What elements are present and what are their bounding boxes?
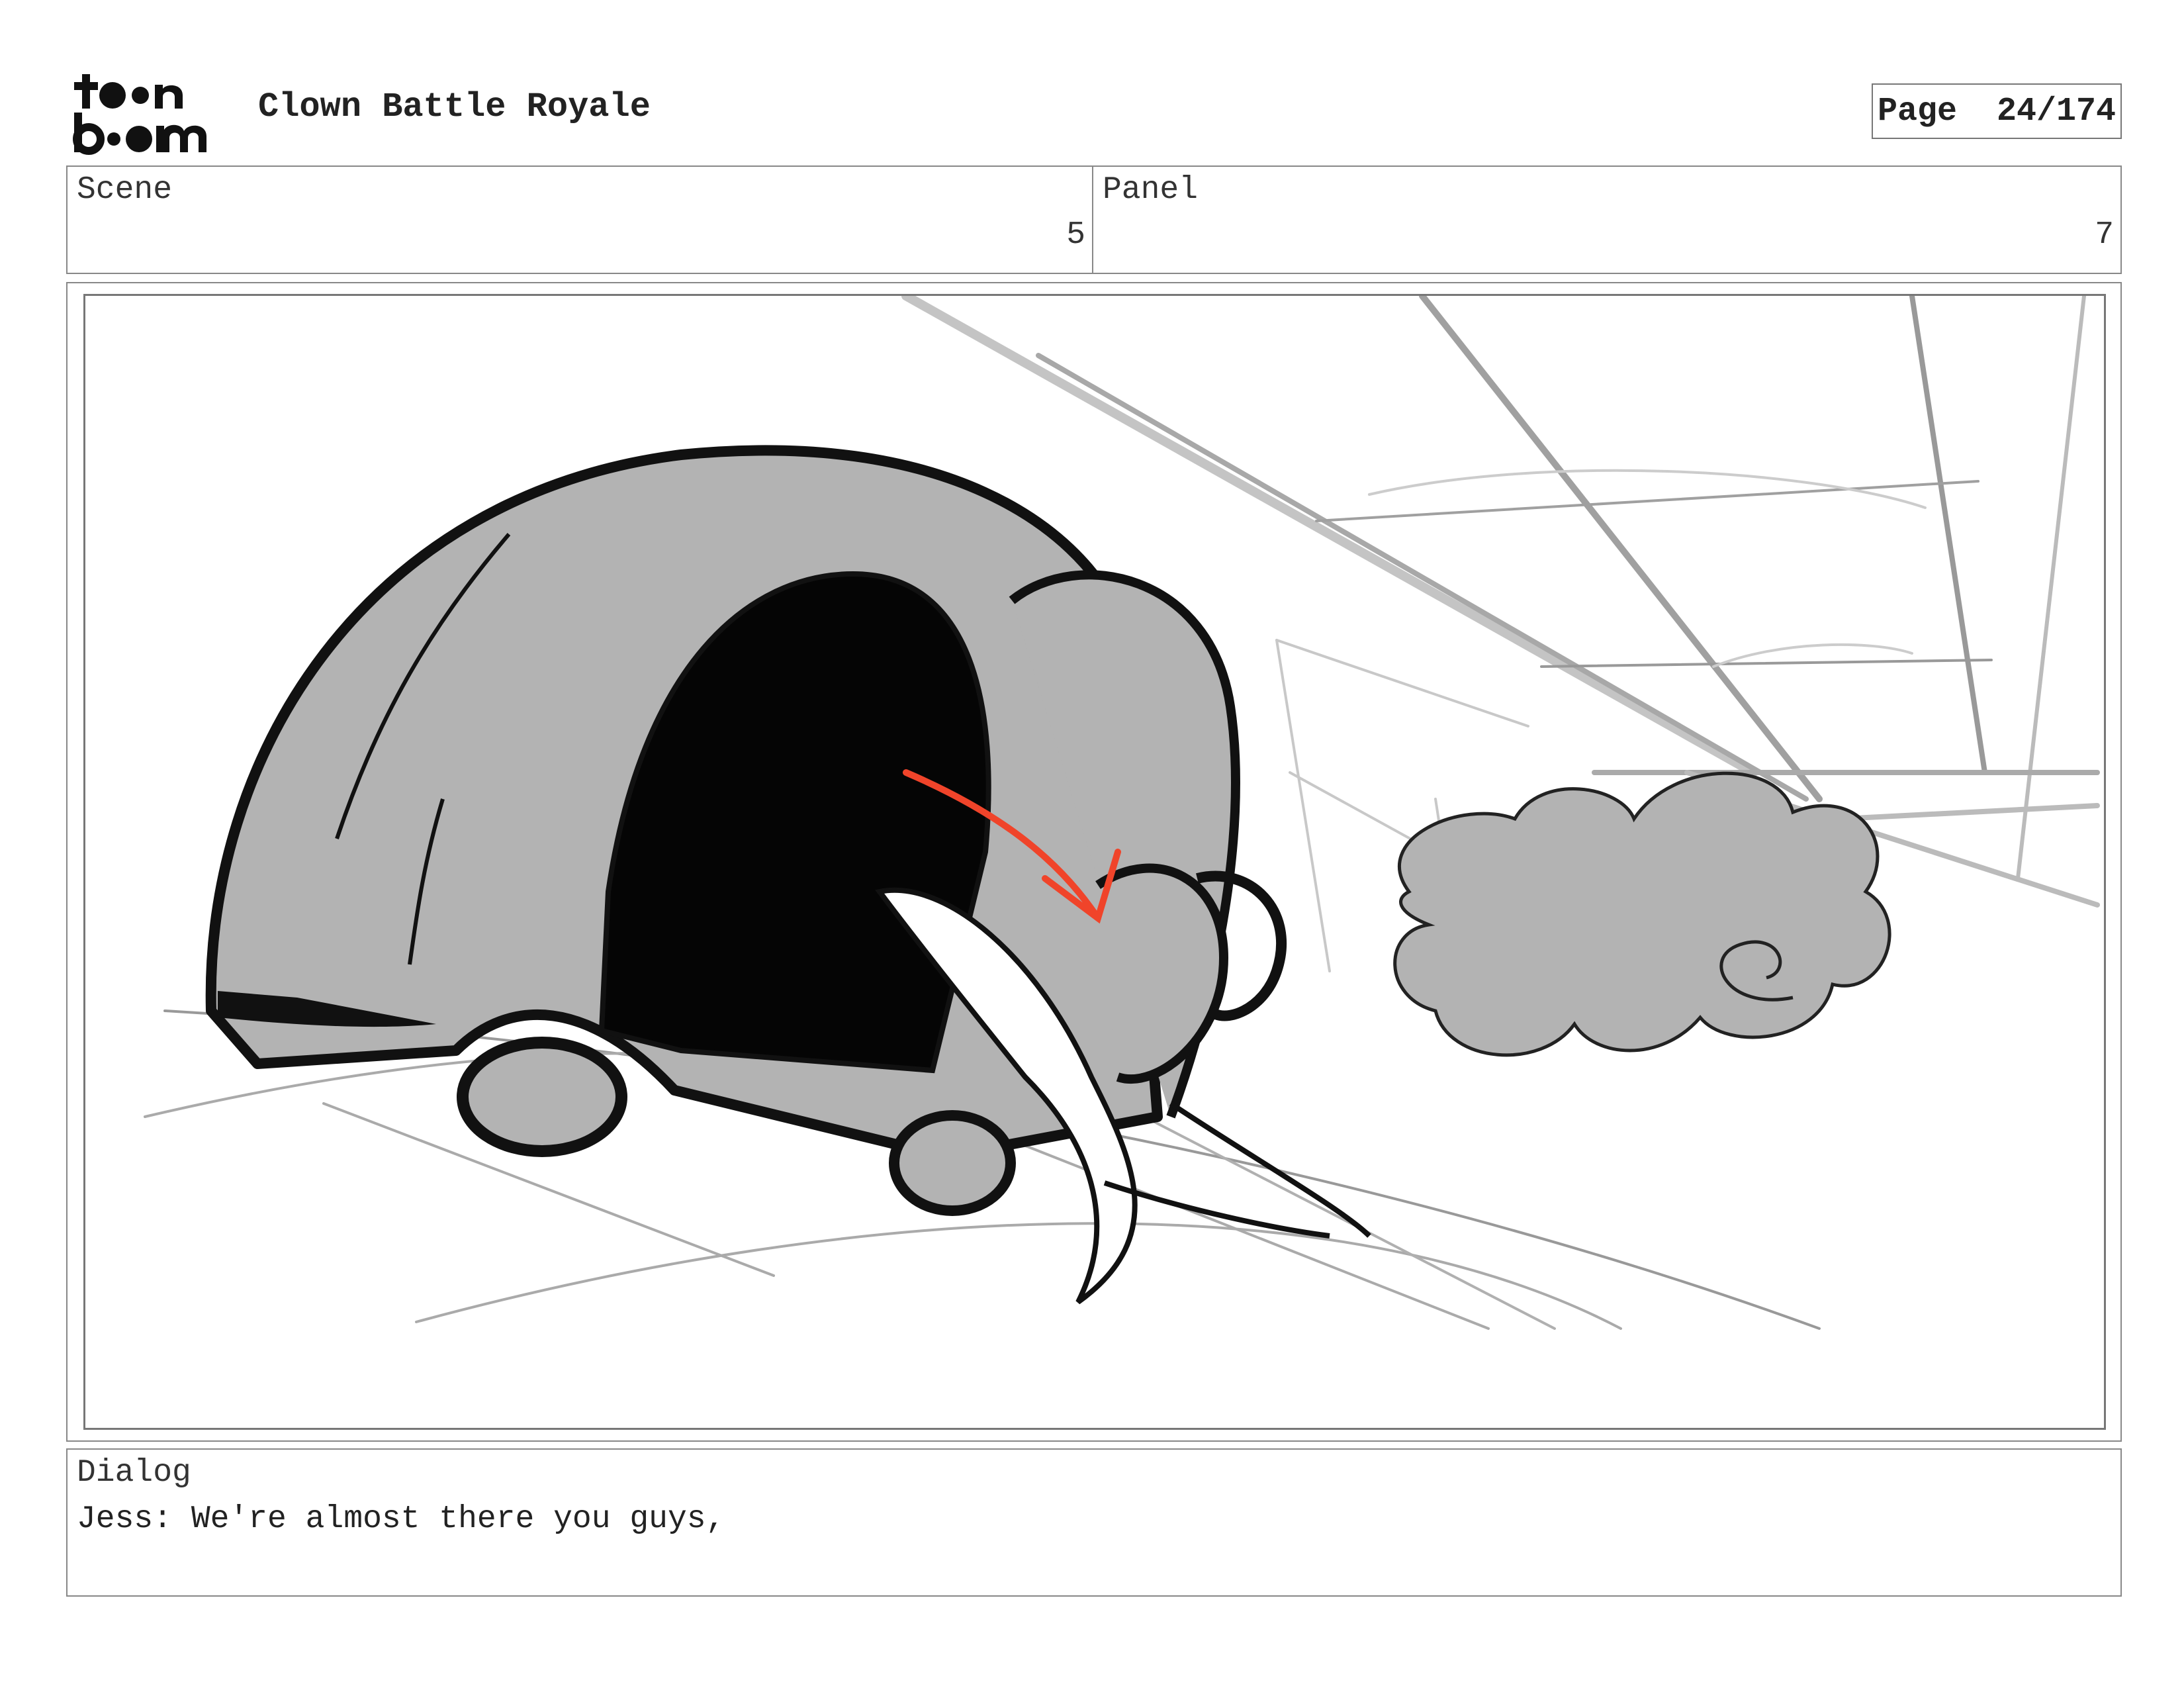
panel-cell: Panel 7 (1093, 167, 2120, 273)
storyboard-frame (66, 282, 2122, 1442)
dust-cloud (1393, 771, 1891, 1057)
panel-label: Panel (1103, 172, 1199, 208)
project-title: Clown Battle Royale (258, 87, 651, 126)
panel-artwork (83, 294, 2106, 1430)
page-label: Page (1877, 92, 1957, 130)
clown-car (205, 445, 1371, 1305)
dialog-text: Jess: We're almost there you guys, (77, 1501, 725, 1537)
page-number: 24/174 (1997, 92, 2116, 130)
sketch-drawing (144, 296, 2100, 1330)
scene-value: 5 (1066, 217, 1085, 253)
toon-boom-logo (70, 71, 226, 155)
page-indicator: Page 24/174 (1872, 83, 2122, 139)
dialog-box: Dialog Jess: We're almost there you guys… (66, 1448, 2122, 1597)
panel-value: 7 (2095, 217, 2114, 253)
scene-panel-row: Scene 5 Panel 7 (66, 165, 2122, 274)
dialog-label: Dialog (77, 1455, 191, 1491)
scene-label: Scene (77, 172, 173, 208)
scene-cell: Scene 5 (68, 167, 1093, 273)
